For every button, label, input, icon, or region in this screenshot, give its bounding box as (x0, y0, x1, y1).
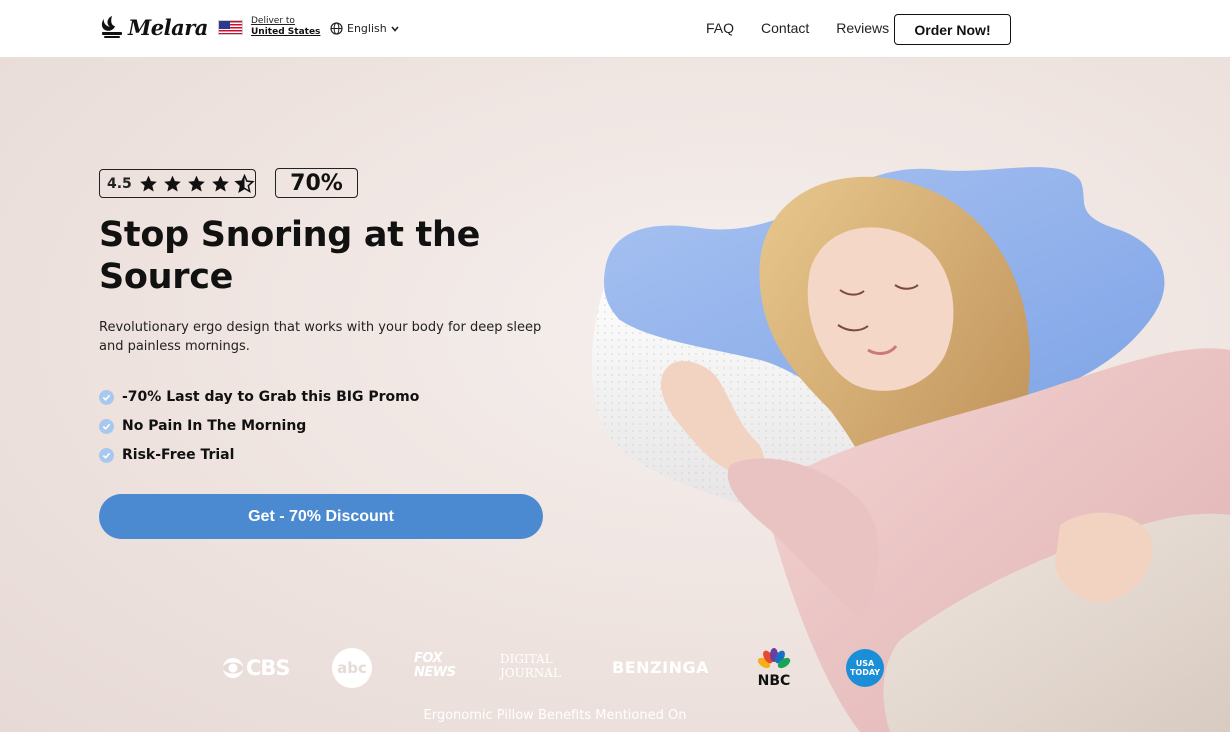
checkmark-icon (99, 418, 114, 434)
benzinga-logo: BENZINGA (612, 658, 709, 677)
logo[interactable]: Melara (100, 14, 208, 40)
abc-logo: abc (332, 648, 372, 688)
press-caption: Ergonomic Pillow Benefits Mentioned On (423, 708, 687, 723)
nbc-logo: NBC (754, 648, 794, 688)
star-icon (187, 175, 205, 191)
half-star-icon (234, 173, 255, 193)
feature-label: No Pain In The Morning (122, 418, 307, 434)
rating-value: 4.5 (107, 175, 132, 192)
cbs-eye-icon (223, 658, 243, 678)
hero-subheadline: Revolutionary ergo design that works wit… (99, 320, 542, 354)
language-selector[interactable]: English (330, 22, 399, 35)
feature-list: -70% Last day to Grab this BIG Promo No … (99, 388, 419, 464)
us-flag-icon (218, 19, 243, 35)
nav-faq[interactable]: FAQ (706, 20, 734, 36)
peacock-icon (757, 648, 791, 669)
star-icon (139, 175, 157, 191)
rating-stars (138, 173, 255, 194)
star-icon (163, 175, 181, 191)
checkmark-icon (99, 447, 114, 463)
cbs-logo: CBS (222, 656, 291, 680)
site-header: Melara Deliver to United States English (0, 0, 1230, 58)
page-title: Stop Snoring at the Source (99, 215, 481, 297)
deliver-to-label: Deliver to (251, 16, 295, 26)
list-item: -70% Last day to Grab this BIG Promo (99, 388, 419, 406)
nav-reviews[interactable]: Reviews (836, 20, 889, 36)
deliver-country: United States (251, 27, 321, 37)
star-icon (211, 175, 229, 191)
feature-label: Risk-Free Trial (122, 447, 235, 463)
list-item: Risk-Free Trial (99, 446, 419, 464)
chevron-down-icon (391, 25, 399, 32)
rating-badge: 4.5 (99, 169, 256, 198)
press-logos: CBS abc FOX NEWS DIGITAL JOURNAL BENZING… (222, 646, 892, 690)
get-discount-button[interactable]: Get - 70% Discount (99, 494, 543, 539)
usa-today-logo: USA TODAY (846, 649, 884, 687)
list-item: No Pain In The Morning (99, 417, 419, 435)
nav-contact[interactable]: Contact (761, 20, 809, 36)
logo-text: Melara (128, 14, 208, 40)
deliver-to-selector[interactable]: Deliver to United States (218, 16, 320, 38)
feature-label: -70% Last day to Grab this BIG Promo (122, 389, 420, 405)
digital-journal-logo: DIGITAL JOURNAL (500, 652, 561, 680)
discount-badge: 70% (275, 168, 358, 198)
language-label: English (347, 22, 387, 35)
hero-pillow-image (591, 167, 1230, 732)
checkmark-icon (99, 389, 114, 405)
globe-icon (330, 22, 343, 35)
moon-logo-icon (101, 16, 122, 38)
fox-news-logo: FOX NEWS (414, 651, 456, 680)
main-nav: FAQ Contact Reviews (706, 20, 889, 36)
order-now-button[interactable]: Order Now! (894, 14, 1011, 45)
